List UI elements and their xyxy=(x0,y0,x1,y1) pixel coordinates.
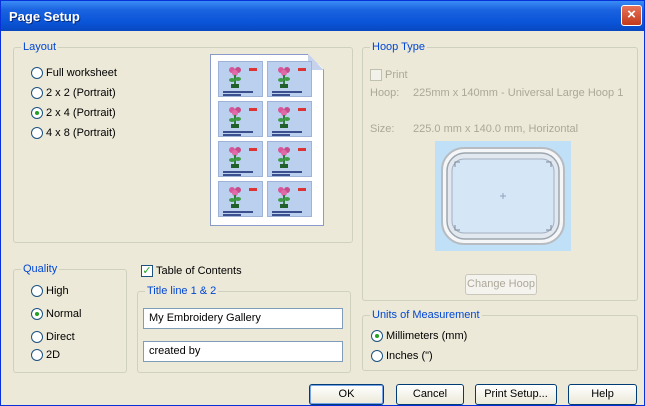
caption-line xyxy=(272,174,290,176)
layout-option-2x4[interactable]: 2 x 4 (Portrait) xyxy=(31,106,116,120)
preview-cell xyxy=(267,101,312,137)
radio-selected-icon xyxy=(371,330,383,342)
caption-line xyxy=(272,94,290,96)
print-setup-button[interactable]: Print Setup... xyxy=(475,384,557,405)
quality-option-high[interactable]: High xyxy=(31,284,69,298)
radio-selected-icon xyxy=(31,308,43,320)
size-label: Size: xyxy=(370,123,395,135)
hoop-label: Hoop: xyxy=(370,87,400,99)
units-legend: Units of Measurement xyxy=(370,309,482,321)
flower-design-icon xyxy=(229,187,241,208)
preview-cell xyxy=(267,141,312,177)
table-of-contents-checkbox[interactable]: ✓ Table of Contents xyxy=(141,264,242,278)
caption-line xyxy=(272,91,302,93)
caption-line xyxy=(272,134,290,136)
cancel-button[interactable]: Cancel xyxy=(396,384,464,405)
preview-cell xyxy=(267,181,312,217)
quality-option-label: 2D xyxy=(46,349,61,361)
color-swatch-icon xyxy=(249,68,257,71)
flower-design-icon xyxy=(229,147,241,168)
layout-option-label: 4 x 8 (Portrait) xyxy=(46,127,116,139)
layout-option-label: 2 x 4 (Portrait) xyxy=(46,107,116,119)
hoop-print-checkbox[interactable]: Print xyxy=(370,68,408,82)
units-option-label: Inches (") xyxy=(386,350,433,362)
checkbox-icon xyxy=(370,69,382,81)
table-of-contents-label: Table of Contents xyxy=(156,265,242,277)
color-swatch-icon xyxy=(298,188,306,191)
units-option-label: Millimeters (mm) xyxy=(386,330,468,342)
hoop-icon xyxy=(441,147,565,245)
radio-icon xyxy=(31,127,43,139)
caption-line xyxy=(223,211,253,213)
hoop-print-label: Print xyxy=(385,69,408,81)
quality-option-normal[interactable]: Normal xyxy=(31,307,81,321)
caption-line xyxy=(272,211,302,213)
close-button[interactable]: × xyxy=(621,5,642,26)
caption-line xyxy=(272,214,290,216)
preview-cell xyxy=(267,61,312,97)
layout-legend: Layout xyxy=(21,41,59,53)
quality-option-2d[interactable]: 2D xyxy=(31,348,60,362)
caption-line xyxy=(272,171,302,173)
caption-line xyxy=(223,174,241,176)
page-setup-dialog: Page Setup × Layout Full worksheet 2 x 2… xyxy=(0,0,645,406)
color-swatch-icon xyxy=(249,148,257,151)
layout-option-full-worksheet[interactable]: Full worksheet xyxy=(31,66,117,80)
checkmark-icon: ✓ xyxy=(141,265,153,277)
quality-option-direct[interactable]: Direct xyxy=(31,330,75,344)
ok-button[interactable]: OK xyxy=(309,384,384,405)
radio-icon xyxy=(31,331,43,343)
units-option-inches[interactable]: Inches (") xyxy=(371,349,433,363)
caption-line xyxy=(223,91,253,93)
caption-line xyxy=(223,214,241,216)
preview-cell xyxy=(218,61,263,97)
change-hoop-button[interactable]: Change Hoop xyxy=(465,274,537,295)
flower-design-icon xyxy=(278,187,290,208)
layout-option-2x2[interactable]: 2 x 2 (Portrait) xyxy=(31,86,116,100)
radio-icon xyxy=(31,285,43,297)
close-icon: × xyxy=(627,6,636,23)
title-lines-legend: Title line 1 & 2 xyxy=(145,285,219,297)
radio-icon xyxy=(371,350,383,362)
caption-line xyxy=(223,171,253,173)
preview-cell xyxy=(218,101,263,137)
dialog-title: Page Setup xyxy=(9,9,80,24)
radio-selected-icon xyxy=(31,107,43,119)
caption-line xyxy=(272,131,302,133)
radio-icon xyxy=(31,87,43,99)
flower-design-icon xyxy=(229,107,241,128)
size-value: 225.0 mm x 140.0 mm, Horizontal xyxy=(413,123,579,135)
quality-legend: Quality xyxy=(21,263,60,275)
preview-cell xyxy=(218,181,263,217)
color-swatch-icon xyxy=(298,108,306,111)
hoop-preview xyxy=(435,141,571,251)
caption-line xyxy=(223,134,241,136)
layout-option-label: 2 x 2 (Portrait) xyxy=(46,87,116,99)
flower-design-icon xyxy=(278,67,290,88)
color-swatch-icon xyxy=(298,68,306,71)
quality-option-label: High xyxy=(46,285,69,297)
color-swatch-icon xyxy=(249,108,257,111)
title-bar: Page Setup × xyxy=(1,1,644,31)
help-button[interactable]: Help xyxy=(568,384,637,405)
hoop-type-legend: Hoop Type xyxy=(370,41,428,53)
caption-line xyxy=(223,131,253,133)
title-line-1-input[interactable]: My Embroidery Gallery xyxy=(143,308,343,329)
color-swatch-icon xyxy=(249,188,257,191)
hoop-value: 225mm x 140mm - Universal Large Hoop 1 xyxy=(413,87,624,99)
quality-option-label: Direct xyxy=(46,331,75,343)
caption-line xyxy=(223,94,241,96)
radio-icon xyxy=(31,67,43,79)
preview-cell xyxy=(218,141,263,177)
units-option-millimeters[interactable]: Millimeters (mm) xyxy=(371,329,467,343)
flower-design-icon xyxy=(229,67,241,88)
flower-design-icon xyxy=(278,107,290,128)
quality-option-label: Normal xyxy=(46,308,82,320)
color-swatch-icon xyxy=(298,148,306,151)
radio-icon xyxy=(31,349,43,361)
flower-design-icon xyxy=(278,147,290,168)
layout-option-4x8[interactable]: 4 x 8 (Portrait) xyxy=(31,126,116,140)
title-line-2-input[interactable]: created by xyxy=(143,341,343,362)
layout-option-label: Full worksheet xyxy=(46,67,117,79)
